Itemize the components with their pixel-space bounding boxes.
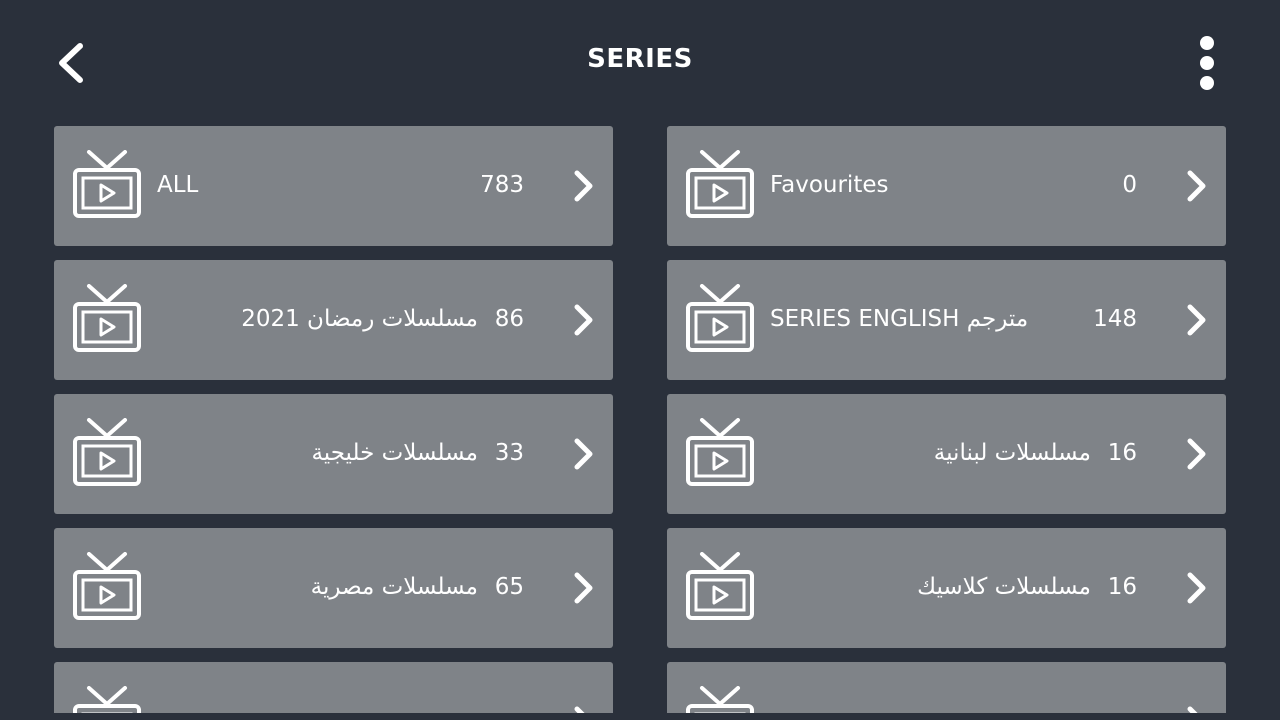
more-vertical-icon xyxy=(1200,36,1214,50)
chevron-right-icon xyxy=(574,706,585,713)
category-count: 16 xyxy=(1107,574,1137,600)
category-label: مسلسلات مصرية xyxy=(310,574,478,600)
category-count: 86 xyxy=(494,306,524,332)
tv-play-icon xyxy=(73,418,141,486)
tv-play-icon xyxy=(73,552,141,620)
page-title: SERIES xyxy=(587,44,693,74)
category-tile-ramadan-2021[interactable]: مسلسلات رمضان 2021 86 xyxy=(54,260,613,380)
category-count: 148 xyxy=(1093,306,1137,332)
category-tile-lebanese[interactable]: مسلسلات لبنانية 16 xyxy=(667,394,1226,514)
tv-play-icon xyxy=(73,686,141,713)
category-label: SERIES ENGLISH مترجم xyxy=(770,306,1029,332)
category-count: 16 xyxy=(1107,440,1137,466)
chevron-right-icon xyxy=(574,170,593,202)
category-tile-partial[interactable] xyxy=(54,662,613,713)
category-label: مسلسلات كلاسيك xyxy=(917,574,1091,600)
category-tile-egyptian[interactable]: مسلسلات مصرية 65 xyxy=(54,528,613,648)
tv-play-icon xyxy=(73,284,141,352)
chevron-right-icon xyxy=(1187,304,1206,336)
category-count: 783 xyxy=(480,172,524,198)
category-label: مسلسلات لبنانية xyxy=(933,440,1091,466)
tv-play-icon xyxy=(686,284,754,352)
chevron-right-icon xyxy=(1187,706,1198,713)
tv-play-icon xyxy=(686,552,754,620)
category-tile-series-english[interactable]: SERIES ENGLISH مترجم 148 xyxy=(667,260,1226,380)
tv-play-icon xyxy=(73,150,141,218)
chevron-right-icon xyxy=(1187,170,1206,202)
chevron-right-icon xyxy=(574,438,593,470)
chevron-right-icon xyxy=(1187,572,1206,604)
tv-play-icon xyxy=(686,418,754,486)
category-count: 0 xyxy=(1122,172,1137,198)
category-label: مسلسلات خليجية xyxy=(311,440,478,466)
category-label: ALL xyxy=(157,172,199,198)
category-tile-all[interactable]: ALL 783 xyxy=(54,126,613,246)
category-count: 65 xyxy=(494,574,524,600)
chevron-right-icon xyxy=(1187,438,1206,470)
tv-play-icon xyxy=(686,686,754,713)
category-tile-gulf[interactable]: مسلسلات خليجية 33 xyxy=(54,394,613,514)
chevron-right-icon xyxy=(574,304,593,336)
tv-play-icon xyxy=(686,150,754,218)
top-bar: SERIES xyxy=(0,0,1280,126)
category-tile-favourites[interactable]: Favourites 0 xyxy=(667,126,1226,246)
category-count: 33 xyxy=(494,440,524,466)
category-tile-partial[interactable] xyxy=(667,662,1226,713)
more-vertical-icon-dot xyxy=(1200,56,1214,70)
more-vertical-icon-dot xyxy=(1200,76,1214,90)
category-label: مسلسلات رمضان 2021 xyxy=(241,306,478,332)
category-label: Favourites xyxy=(770,172,889,198)
category-tile-classic[interactable]: مسلسلات كلاسيك 16 xyxy=(667,528,1226,648)
chevron-right-icon xyxy=(574,572,593,604)
more-options-button[interactable] xyxy=(1190,34,1224,92)
